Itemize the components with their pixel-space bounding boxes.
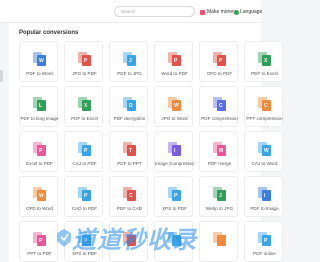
- watermark-logo-icon: [57, 229, 71, 247]
- tool-label: Webp to JPG: [205, 206, 234, 211]
- tool-tile[interactable]: I PDF to Image: [244, 176, 283, 217]
- tool-label: Word to PDF: [161, 71, 188, 76]
- tool-tile[interactable]: D PDF decryption: [109, 86, 148, 127]
- tool-tile[interactable]: C PPT compression: [244, 86, 283, 127]
- tool-tile[interactable]: C PDF to CAD: [109, 176, 148, 217]
- sidebar: [0, 23, 8, 262]
- file-convert-icon: C: [258, 97, 271, 111]
- tool-label: PDF decryption: [113, 116, 146, 121]
- tool-label: PPT compression: [246, 116, 283, 121]
- tool-tile[interactable]: [154, 221, 193, 262]
- file-convert-icon: P: [258, 232, 271, 246]
- tool-tile[interactable]: P CAJ to PDF: [64, 131, 103, 172]
- main-panel: Popular conversions W PDF to Word P JPG to …: [9, 23, 283, 262]
- tool-label: XPS to PDF: [72, 251, 97, 256]
- tool-tile[interactable]: J Webp to JPG: [199, 176, 238, 217]
- tool-label: PDF merge: [207, 161, 232, 166]
- file-convert-icon: I: [258, 187, 271, 201]
- tool-tile[interactable]: W JPG to Word: [154, 86, 193, 127]
- tool-tile[interactable]: P Word to PDF: [154, 41, 193, 82]
- file-convert-icon: X: [258, 52, 271, 66]
- gift-icon: [200, 9, 205, 15]
- tool-tile[interactable]: J PDF to JPG: [109, 41, 148, 82]
- tool-label: CAD to PDF: [71, 206, 98, 211]
- file-convert-icon: J: [213, 187, 226, 201]
- tool-label: OFD to Word: [26, 206, 53, 211]
- tool-label: PDF to long image: [20, 116, 59, 121]
- language-selector[interactable]: Language: [234, 7, 262, 17]
- file-convert-icon: [168, 232, 181, 246]
- tool-tile[interactable]: W CAJ to Word: [244, 131, 283, 172]
- file-convert-icon: M: [213, 142, 226, 156]
- file-convert-icon: P: [33, 232, 46, 246]
- file-convert-icon: X: [78, 97, 91, 111]
- tool-label: Image Compression: [155, 161, 194, 166]
- tool-label: PDF online: [253, 251, 276, 256]
- file-convert-icon: P: [33, 142, 46, 156]
- file-convert-icon: J: [123, 52, 136, 66]
- top-bar: Make money Language: [0, 0, 262, 23]
- tool-label: PDF to Excel: [251, 71, 278, 76]
- tool-label: PDF to Excel: [71, 116, 98, 121]
- file-convert-icon: W: [33, 187, 46, 201]
- tool-label: PPT to PDF: [27, 251, 52, 256]
- tool-tile[interactable]: P PDF online: [244, 221, 283, 262]
- sidebar-toggle[interactable]: [0, 70, 3, 82]
- globe-icon: [234, 9, 239, 15]
- make-money-label: Make money: [207, 9, 236, 15]
- file-convert-icon: P: [78, 187, 91, 201]
- make-money-link[interactable]: Make money: [200, 7, 236, 17]
- tool-label: CAJ to Word: [251, 161, 278, 166]
- tool-label: PDF to PPT: [117, 161, 142, 166]
- file-convert-icon: W: [33, 52, 46, 66]
- tool-tile[interactable]: [109, 221, 148, 262]
- tool-tile[interactable]: X PDF to Excel: [64, 86, 103, 127]
- tool-tile[interactable]: P OFD to PDF: [199, 41, 238, 82]
- file-convert-icon: C: [123, 187, 136, 201]
- file-convert-icon: I: [168, 142, 181, 156]
- file-convert-icon: P: [168, 187, 181, 201]
- tool-tile[interactable]: [199, 221, 238, 262]
- search-input[interactable]: [114, 6, 195, 17]
- file-convert-icon: L: [33, 97, 46, 111]
- tool-tile[interactable]: P XPS to PDF: [154, 176, 193, 217]
- tool-label: JPG to Word: [161, 116, 188, 121]
- file-convert-icon: P: [168, 52, 181, 66]
- file-convert-icon: C: [213, 97, 226, 111]
- tool-label: PDF to Word: [26, 71, 53, 76]
- tool-label: PDF to CAD: [116, 206, 143, 211]
- tool-tile[interactable]: T PDF to PPT: [109, 131, 148, 172]
- tool-tile[interactable]: P Excel to PDF: [19, 131, 58, 172]
- file-convert-icon: T: [123, 142, 136, 156]
- file-convert-icon: [123, 232, 136, 246]
- tool-label: Excel to PDF: [26, 161, 53, 166]
- tool-label: OFD to PDF: [206, 71, 233, 76]
- tool-label: PDF compression: [201, 116, 238, 121]
- tool-tile[interactable]: P JPG to PDF: [64, 41, 103, 82]
- file-convert-icon: D: [123, 97, 136, 111]
- tool-tile[interactable]: C PDF compression: [199, 86, 238, 127]
- tool-tile[interactable]: P PPT to PDF: [19, 221, 58, 262]
- file-convert-icon: W: [258, 142, 271, 156]
- file-convert-icon: P: [213, 52, 226, 66]
- tool-label: CAJ to PDF: [72, 161, 97, 166]
- tool-label: PDF to JPG: [117, 71, 142, 76]
- language-label: Language: [240, 9, 263, 15]
- tool-tile[interactable]: X PDF to Excel: [244, 41, 283, 82]
- file-convert-icon: P: [78, 232, 91, 246]
- tool-tile[interactable]: W OFD to Word: [19, 176, 58, 217]
- tool-tile[interactable]: P CAD to PDF: [64, 176, 103, 217]
- tool-tile[interactable]: I Image Compression: [154, 131, 194, 172]
- file-convert-icon: P: [78, 142, 91, 156]
- tool-label: XPS to PDF: [162, 206, 187, 211]
- file-convert-icon: W: [168, 97, 181, 111]
- tool-tile[interactable]: L PDF to long image: [19, 86, 59, 127]
- section-title: Popular conversions: [19, 30, 79, 36]
- file-convert-icon: P: [78, 52, 91, 66]
- tool-tile[interactable]: W PDF to Word: [19, 41, 58, 82]
- tool-label: JPG to PDF: [72, 71, 97, 76]
- tool-tile[interactable]: M PDF merge: [199, 131, 238, 172]
- tool-label: PDF to Image: [250, 206, 279, 211]
- file-convert-icon: [213, 232, 226, 246]
